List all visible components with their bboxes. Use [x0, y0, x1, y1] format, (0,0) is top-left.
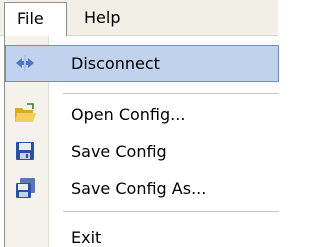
- menu-item-label: Save Config: [71, 142, 167, 161]
- file-menu-dropdown: Disconnect Open Config... Save Config Sa…: [4, 36, 279, 247]
- menu-separator: [63, 211, 279, 212]
- menu-item-save-config-as[interactable]: Save Config As...: [5, 170, 279, 207]
- save-disk-icon: [13, 139, 37, 163]
- menu-item-save-config[interactable]: Save Config: [5, 133, 279, 170]
- save-as-icon: [13, 176, 37, 200]
- menu-help[interactable]: Help: [72, 2, 132, 34]
- application-window: File Help Disconnect Open Config... Save…: [0, 0, 279, 247]
- menu-item-disconnect[interactable]: Disconnect: [5, 45, 279, 82]
- menu-file[interactable]: File: [4, 2, 67, 37]
- menu-item-label: Open Config...: [71, 105, 186, 124]
- menu-item-label: Disconnect: [71, 54, 160, 73]
- menu-item-exit[interactable]: Exit: [5, 219, 279, 247]
- menu-item-label: Exit: [71, 228, 102, 247]
- menu-item-label: Save Config As...: [71, 179, 207, 198]
- disconnect-icon: [13, 51, 37, 75]
- menu-separator: [63, 93, 279, 94]
- menu-bar: File Help: [0, 0, 278, 37]
- open-folder-icon: [13, 102, 37, 126]
- menu-item-open-config[interactable]: Open Config...: [5, 96, 279, 133]
